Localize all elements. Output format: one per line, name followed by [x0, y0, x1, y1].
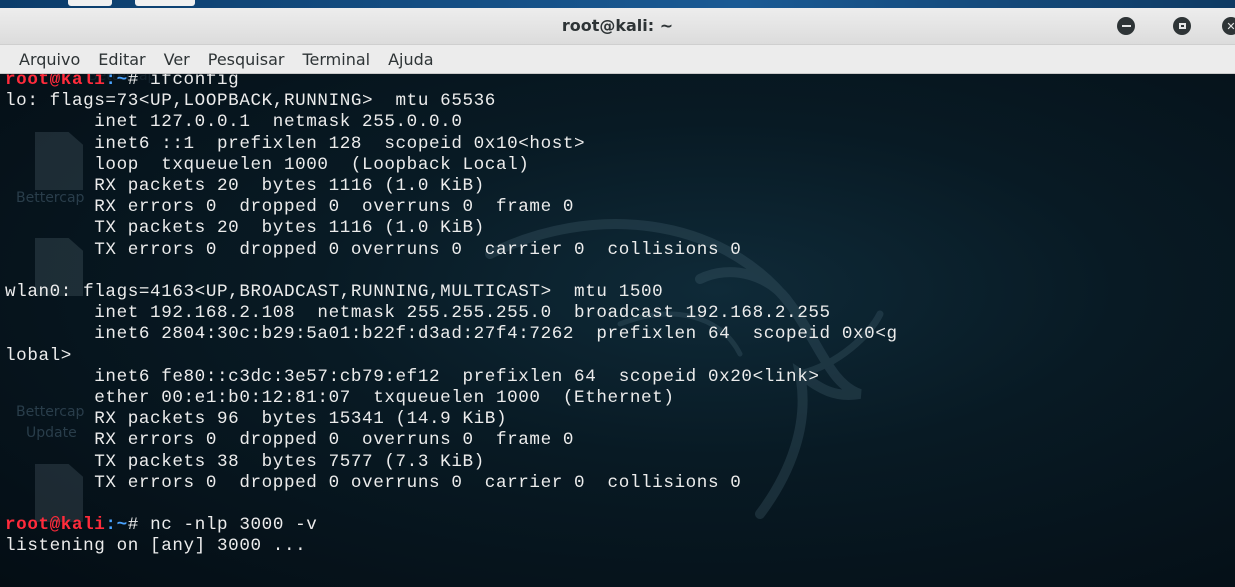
- command-nc: nc -nlp 3000 -v: [150, 515, 318, 536]
- terminal-area[interactable]: Bettercap Bettercap Bettercap Update roo…: [0, 74, 1235, 587]
- menu-editar[interactable]: Editar: [98, 50, 145, 69]
- menu-pesquisar[interactable]: Pesquisar: [208, 50, 285, 69]
- prompt-path: :~: [105, 515, 128, 536]
- minimize-icon: [1121, 25, 1131, 27]
- minimize-button[interactable]: [1117, 17, 1135, 35]
- terminal-window: root@kali: ~ ✕ Arquivo Editar Ver Pesqui…: [0, 8, 1235, 587]
- menu-ver[interactable]: Ver: [164, 50, 190, 69]
- prompt-user: root@kali: [5, 74, 106, 90]
- window-titlebar[interactable]: root@kali: ~ ✕: [0, 8, 1235, 45]
- prompt-symbol: #: [127, 74, 151, 90]
- window-title: root@kali: ~: [561, 16, 674, 35]
- maximize-icon: [1178, 23, 1186, 29]
- menu-ajuda[interactable]: Ajuda: [388, 50, 434, 69]
- menu-bar: Arquivo Editar Ver Pesquisar Terminal Aj…: [0, 45, 1235, 74]
- close-icon: ✕: [1226, 19, 1235, 33]
- prompt-path: :~: [105, 74, 128, 90]
- prompt-user: root@kali: [5, 515, 106, 536]
- nc-output: listening on [any] 3000 ...: [5, 536, 307, 557]
- command-ifconfig: ifconfig: [150, 74, 240, 90]
- terminal-output: root@kali:~# ifconfig lo: flags=73<UP,LO…: [5, 74, 898, 558]
- maximize-button[interactable]: [1173, 17, 1191, 35]
- menu-arquivo[interactable]: Arquivo: [19, 50, 80, 69]
- ifconfig-output: lo: flags=73<UP,LOOPBACK,RUNNING> mtu 65…: [5, 91, 898, 493]
- menu-terminal[interactable]: Terminal: [302, 50, 370, 69]
- desktop-tab: [68, 0, 112, 6]
- desktop-tab: [135, 0, 195, 6]
- close-button[interactable]: ✕: [1222, 17, 1235, 35]
- prompt-symbol: #: [127, 515, 151, 536]
- desktop-top-strip: [0, 0, 1235, 8]
